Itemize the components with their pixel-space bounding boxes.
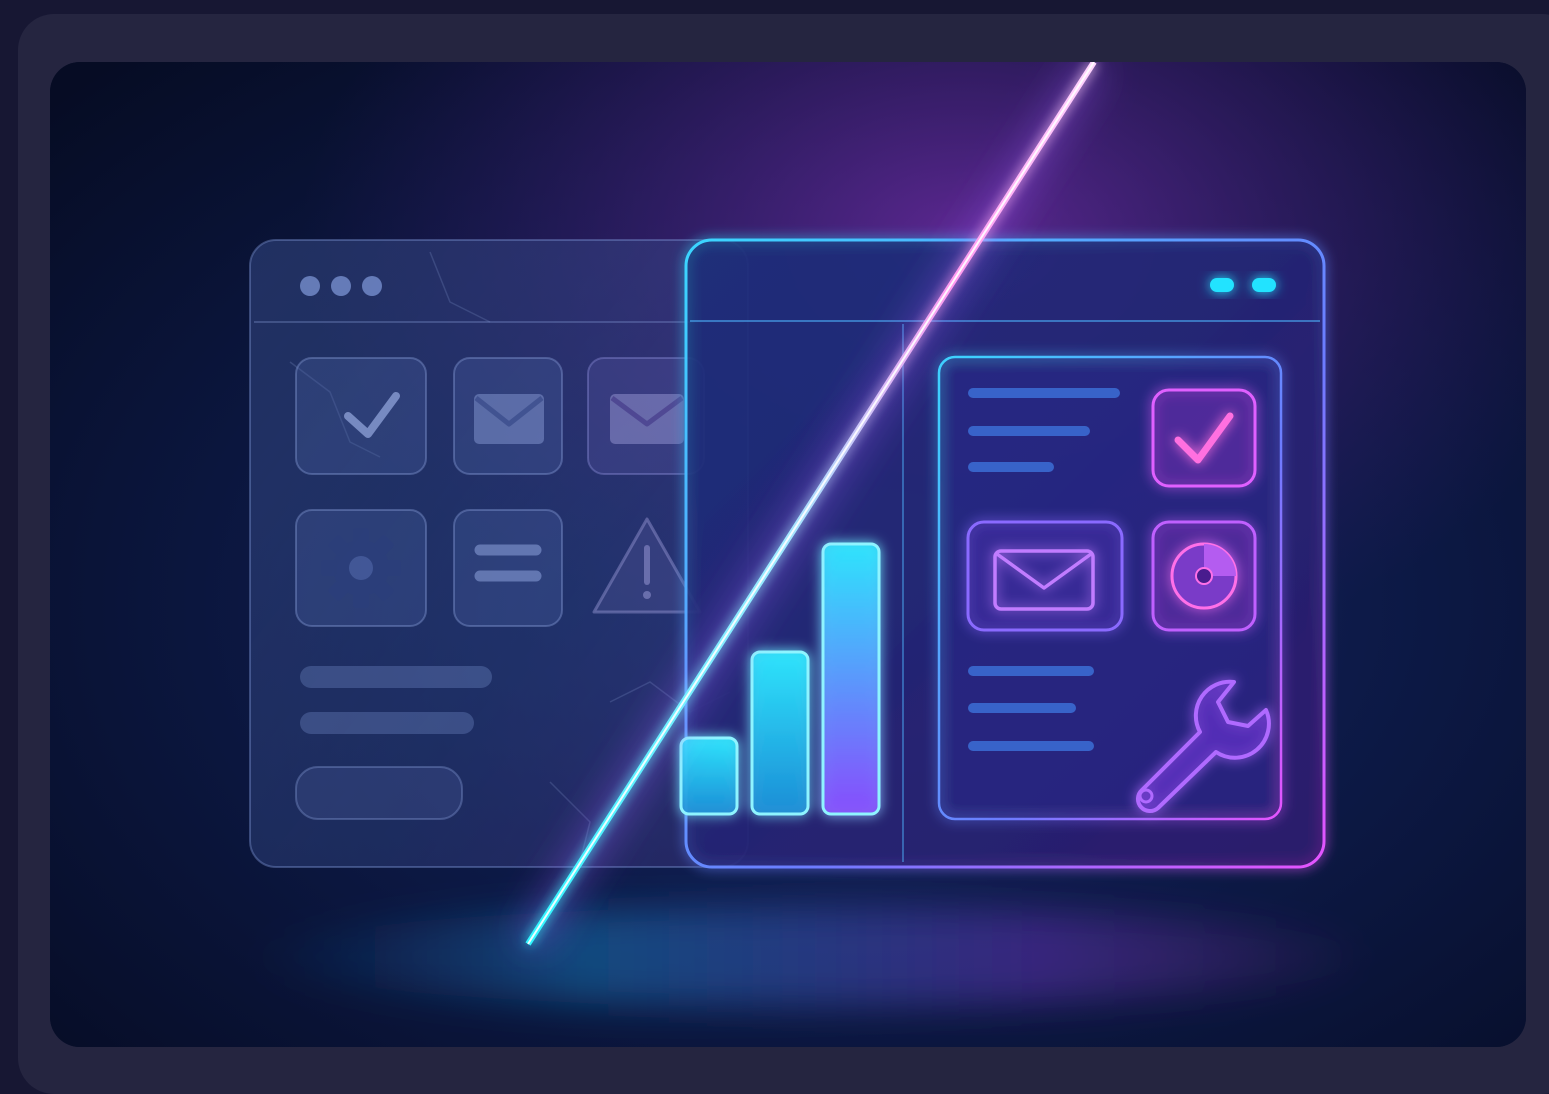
floor-reflection: [250, 907, 1370, 1007]
tile-mail-1: [453, 357, 563, 475]
faded-window-panel: [249, 239, 749, 868]
chart-disc-icon: [1170, 542, 1238, 610]
tile-checkmark-neon: [1151, 388, 1257, 488]
placeholder-button: [295, 766, 463, 820]
tile-disc-neon: [1151, 520, 1257, 632]
mail-icon: [474, 394, 544, 444]
tile-checkmark: [295, 357, 427, 475]
mail-icon: [610, 394, 684, 444]
bar-3: [821, 542, 881, 816]
bar-2: [750, 650, 810, 816]
bar-1: [679, 736, 739, 816]
tile-gear: [295, 509, 427, 627]
window-dots: [300, 276, 382, 296]
illustration-stage: [50, 62, 1526, 1047]
gear-icon: [321, 528, 401, 608]
tile-mail-neon: [966, 520, 1124, 632]
illustration: [50, 62, 1526, 1047]
tile-menu: [453, 509, 563, 627]
